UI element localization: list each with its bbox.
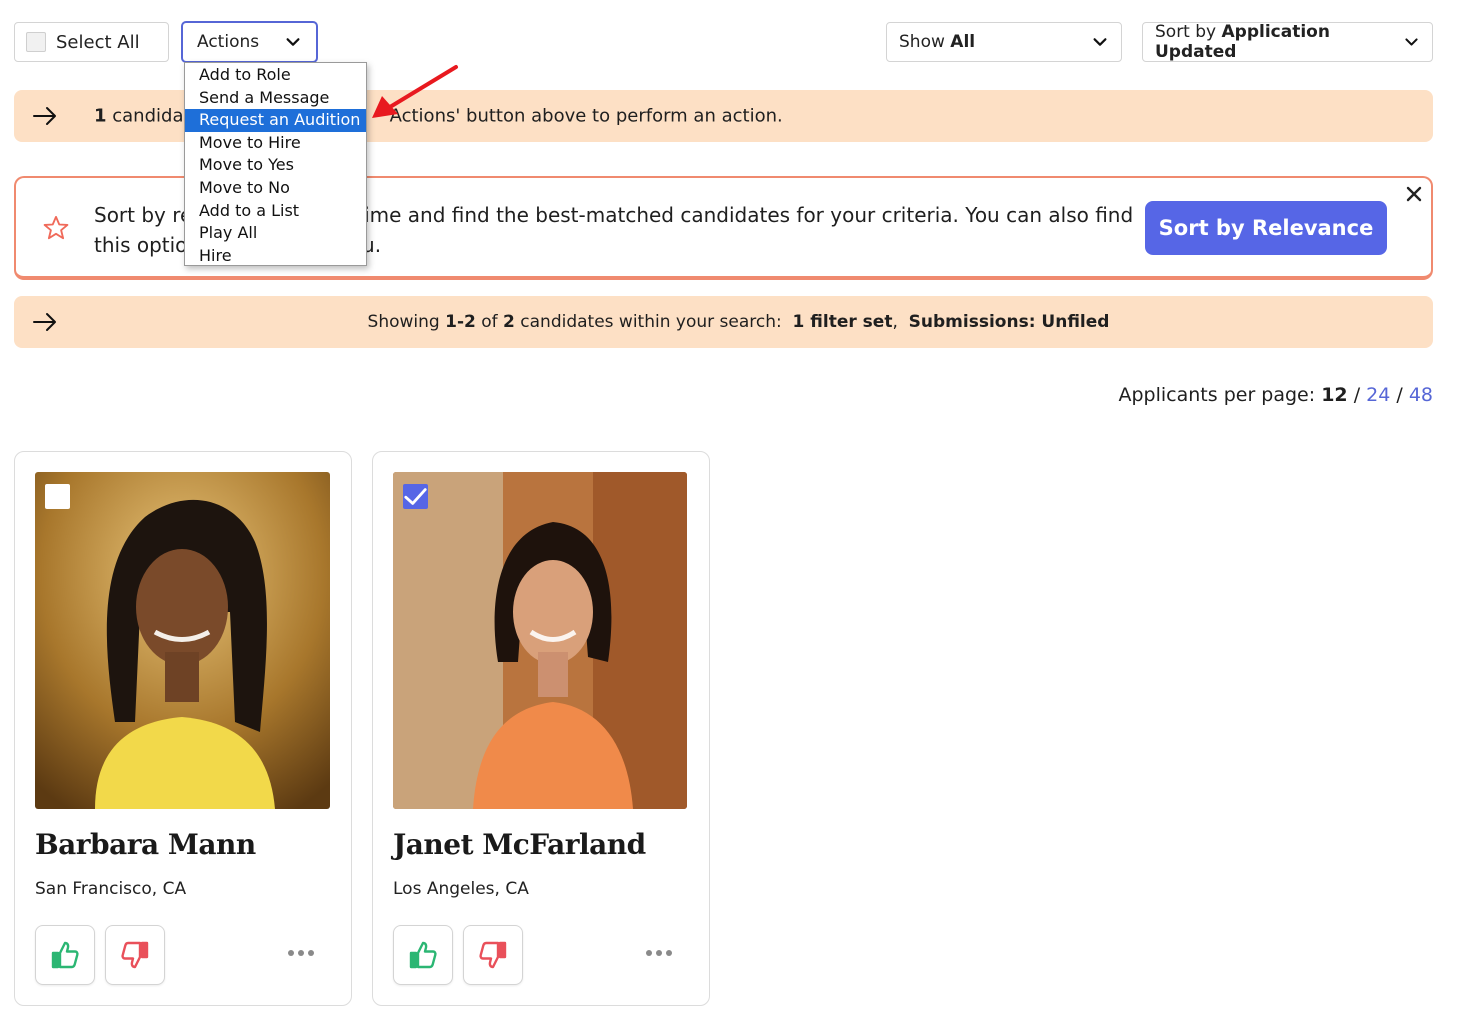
per-page-48-link[interactable]: 48 [1409,384,1433,406]
menu-item-play-all[interactable]: Play All [185,222,366,245]
sort-dropdown[interactable]: Sort by Application Updated [1142,22,1433,62]
select-all-label: Select All [56,31,140,53]
menu-item-move-to-no[interactable]: Move to No [185,177,366,200]
candidate-photo[interactable] [393,472,687,809]
close-icon[interactable] [1406,186,1422,202]
thumbs-down-button[interactable] [105,925,165,985]
thumbs-down-button[interactable] [463,925,523,985]
thumbs-up-icon [409,941,437,969]
star-icon [43,215,69,240]
candidate-name[interactable]: Barbara Mann [35,828,256,861]
menu-item-add-to-list[interactable]: Add to a List [185,200,366,223]
thumbs-down-icon [121,941,149,969]
candidate-select-checkbox[interactable] [403,484,428,509]
candidate-card[interactable]: Janet McFarland Los Angeles, CA [372,451,710,1006]
actions-menu: Add to Role Send a Message Request an Au… [184,62,367,266]
select-all-checkbox[interactable] [26,32,46,52]
checkmark-icon [404,488,427,505]
results-banner: Showing 1-2 of 2 candidates within your … [14,296,1433,348]
thumbs-up-button[interactable] [393,925,453,985]
applicants-per-page: Applicants per page: 12 / 24 / 48 [1118,384,1434,406]
chevron-down-icon [1405,38,1418,46]
show-filter-dropdown[interactable]: Show All [886,22,1122,62]
more-options-icon[interactable] [287,946,315,960]
menu-item-hire[interactable]: Hire [185,245,366,268]
menu-item-move-to-hire[interactable]: Move to Hire [185,132,366,155]
candidate-location: San Francisco, CA [35,879,187,899]
per-page-24-link[interactable]: 24 [1366,384,1390,406]
select-all-control[interactable]: Select All [14,22,169,62]
chevron-down-icon [1093,38,1107,46]
show-filter-label: Show All [899,32,976,52]
menu-item-move-to-yes[interactable]: Move to Yes [185,154,366,177]
candidate-name[interactable]: Janet McFarland [393,828,646,861]
more-options-icon[interactable] [645,946,673,960]
arrow-right-icon [33,313,56,331]
candidate-card[interactable]: Barbara Mann San Francisco, CA [14,451,352,1006]
candidate-select-checkbox[interactable] [45,484,70,509]
sort-by-relevance-button[interactable]: Sort by Relevance [1145,201,1387,255]
per-page-current: 12 [1321,384,1348,406]
menu-item-request-audition[interactable]: Request an Audition [185,109,366,132]
candidate-location: Los Angeles, CA [393,879,529,899]
menu-item-send-message[interactable]: Send a Message [185,87,366,110]
chevron-down-icon [286,38,300,46]
thumbs-up-icon [51,941,79,969]
actions-label: Actions [197,32,260,52]
sort-label: Sort by Application Updated [1155,22,1330,62]
actions-dropdown[interactable]: Actions [181,21,318,63]
annotation-arrow-icon [372,65,458,118]
arrow-right-icon [33,107,56,125]
thumbs-down-icon [479,941,507,969]
thumbs-up-button[interactable] [35,925,95,985]
menu-item-add-to-role[interactable]: Add to Role [185,64,366,87]
candidate-photo[interactable] [35,472,330,809]
results-summary: Showing 1-2 of 2 candidates within your … [367,312,1110,332]
